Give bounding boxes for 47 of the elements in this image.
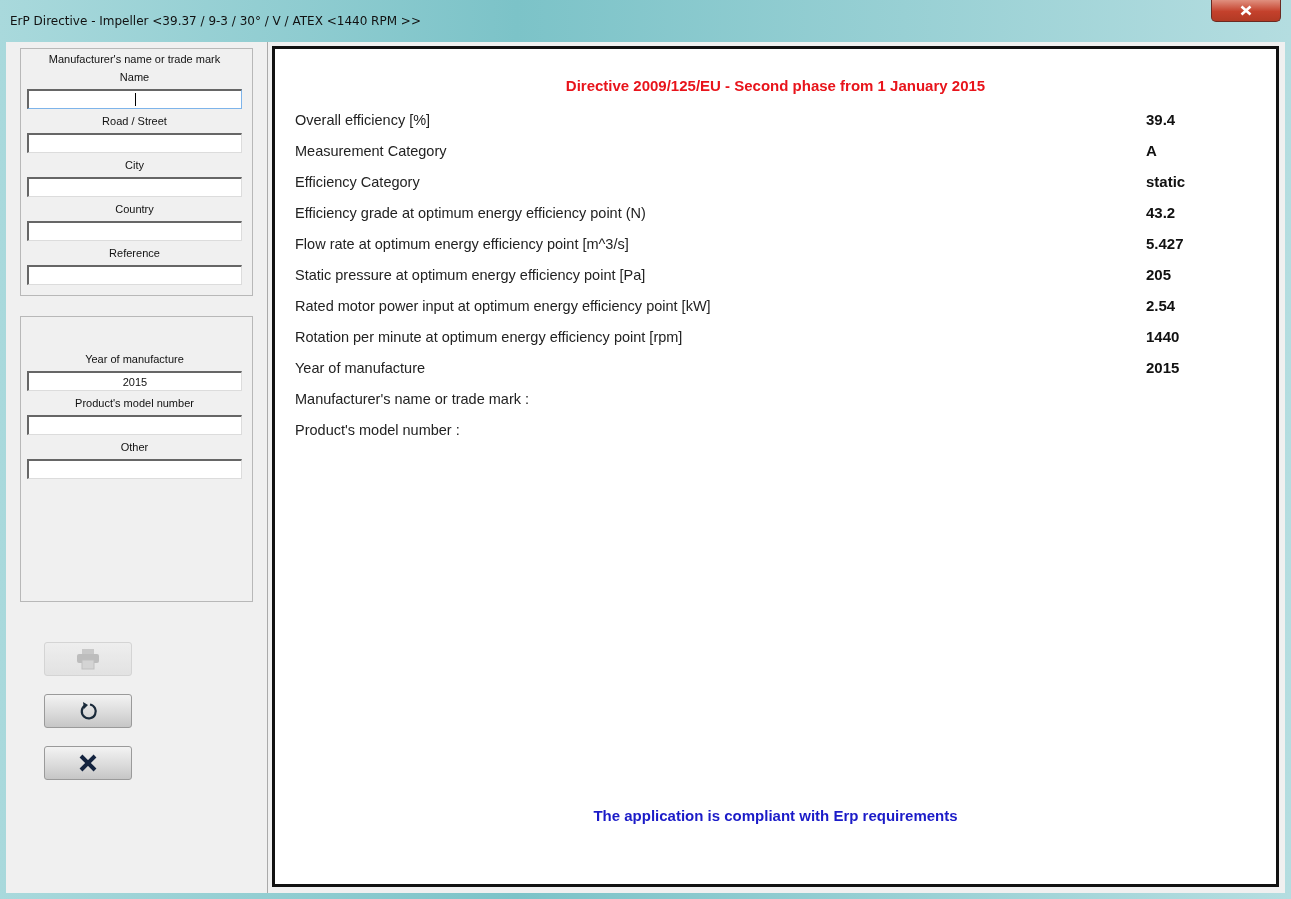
field-label: Country [114, 203, 155, 215]
input-field[interactable] [27, 415, 242, 435]
close-button[interactable] [44, 746, 132, 780]
row-label: Rated motor power input at optimum energy efficiency point [kW] [295, 297, 711, 314]
group-title: Manufacturer's name or trade mark [47, 53, 222, 65]
field-label: Name [118, 71, 151, 83]
row-label: Static pressure at optimum energy efficiency point [Pa] [295, 266, 646, 283]
row-label: Year of manufacture [295, 359, 426, 376]
field-label: Product's model number [74, 397, 195, 409]
field-label: Reference [108, 247, 161, 259]
row-value: 205 [1146, 266, 1173, 283]
compliance-message: The application is compliant with Erp requirements [593, 807, 958, 824]
input-field[interactable] [27, 265, 242, 285]
row-label: Measurement Category [295, 142, 447, 159]
close-icon [1240, 5, 1252, 16]
row-label: Manufacturer's name or trade mark : [295, 390, 530, 407]
row-value: 39.4 [1146, 111, 1177, 128]
row-value: static [1146, 173, 1187, 190]
row-label: Rotation per minute at optimum energy efficiency point [rpm] [295, 328, 683, 345]
row-value: 2.54 [1146, 297, 1177, 314]
window-title: ErP Directive - Impeller <39.37 / 9-3 / 30° / V / ATEX <1440 RPM >> [10, 14, 421, 28]
window-close-button[interactable] [1211, 0, 1281, 22]
input-field[interactable] [27, 459, 242, 479]
row-label: Efficiency grade at optimum energy efficiency point (N) [295, 204, 646, 221]
row-label: Flow rate at optimum energy efficiency point [m^3/s] [295, 235, 629, 252]
row-value: 43.2 [1146, 204, 1177, 221]
input-field[interactable] [27, 221, 242, 241]
rotate-icon [78, 701, 98, 721]
row-value: A [1146, 142, 1158, 159]
row-value: 2015 [1146, 359, 1181, 376]
field-label: Other [119, 441, 150, 453]
printer-icon [76, 648, 100, 670]
field-label: Year of manufacture [84, 353, 185, 365]
row-label: Overall efficiency [%] [295, 111, 431, 128]
close-icon [79, 754, 97, 772]
directive-heading: Directive 2009/125/EU - Second phase from 1 January 2015 [565, 77, 986, 94]
input-field[interactable] [27, 177, 242, 197]
field-label: City [124, 159, 145, 171]
input-field[interactable] [27, 89, 242, 109]
row-value: 5.427 [1146, 235, 1185, 252]
row-value: 1440 [1146, 328, 1181, 345]
input-field[interactable] [27, 133, 242, 153]
reset-button[interactable] [44, 694, 132, 728]
field-label: Road / Street [101, 115, 168, 127]
row-label: Efficiency Category [295, 173, 420, 190]
input-field[interactable]: 2015 [27, 371, 242, 391]
row-label: Product's model number : [295, 421, 460, 438]
